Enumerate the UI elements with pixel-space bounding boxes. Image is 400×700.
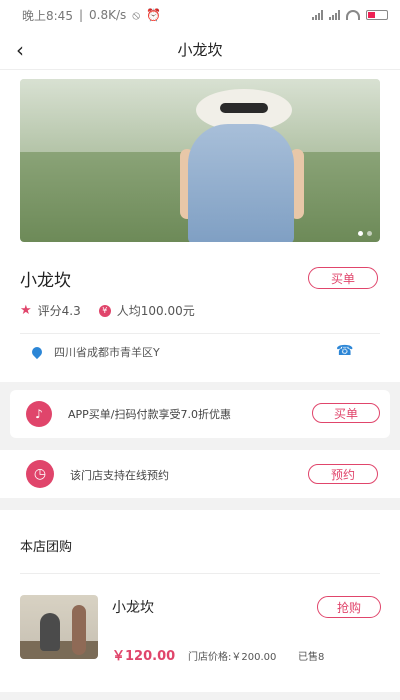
store-banner[interactable] bbox=[20, 79, 380, 242]
network-speed: 0.8K/s bbox=[89, 8, 127, 22]
coin-icon: ¥ bbox=[98, 304, 111, 317]
top-nav: ‹ 小龙坎 bbox=[0, 30, 400, 70]
divider bbox=[20, 573, 380, 574]
average-price-text: 人均100.00元 bbox=[116, 304, 195, 318]
star-icon: ★ bbox=[20, 303, 32, 318]
carousel-dot[interactable] bbox=[358, 231, 363, 236]
sold-count: 已售8 bbox=[298, 652, 325, 663]
deal-title: 小龙坎 bbox=[112, 600, 154, 616]
status-time: 晚上8:45 bbox=[22, 8, 73, 23]
reservation-text: 该门店支持在线预约 bbox=[70, 469, 169, 482]
page-title: 小龙坎 bbox=[177, 41, 223, 59]
phone-icon[interactable]: ☎ bbox=[336, 343, 353, 359]
promo-buy-button[interactable]: 买单 bbox=[312, 403, 380, 423]
deal-image-figure bbox=[40, 613, 60, 651]
battery-icon bbox=[366, 10, 388, 20]
status-bar: 晚上8:45 | 0.8K/s ⦸ ⏰ bbox=[0, 0, 400, 30]
promo-text: APP买单/扫码付款享受7.0折优惠 bbox=[68, 408, 231, 421]
status-left: 晚上8:45 | 0.8K/s ⦸ ⏰ bbox=[22, 7, 161, 24]
deal-thumbnail[interactable] bbox=[20, 595, 98, 659]
reservation-button[interactable]: 预约 bbox=[308, 464, 378, 484]
clock-icon: ◷ bbox=[26, 460, 54, 488]
buy-button[interactable]: 买单 bbox=[308, 267, 378, 289]
status-right bbox=[312, 10, 388, 20]
divider bbox=[20, 333, 380, 334]
location-icon bbox=[29, 344, 45, 360]
status-divider: | bbox=[78, 8, 83, 22]
double-bell-icon: ♪ bbox=[26, 401, 52, 427]
store-name: 小龙坎 bbox=[20, 271, 71, 291]
carousel-dots[interactable] bbox=[358, 231, 372, 236]
carousel-dot[interactable] bbox=[367, 231, 372, 236]
deal-price: ￥120.00 bbox=[112, 649, 176, 664]
banner-dress bbox=[188, 124, 294, 242]
deal-image-figure-2 bbox=[72, 605, 86, 655]
address-text: 四川省成都市青羊区Y bbox=[54, 346, 160, 359]
rating-text: 评分4.3 bbox=[37, 304, 81, 318]
back-icon[interactable]: ‹ bbox=[16, 38, 24, 62]
mute-icon: ⦸ bbox=[132, 7, 141, 22]
store-meta: ★ 评分4.3 ¥ 人均100.00元 bbox=[20, 302, 195, 319]
banner-hat-band bbox=[220, 103, 268, 113]
grab-button[interactable]: 抢购 bbox=[317, 596, 381, 618]
store-price: 门店价格:￥200.00 bbox=[188, 652, 277, 663]
store-address[interactable]: 四川省成都市青羊区Y bbox=[29, 344, 160, 360]
signal-icon-2 bbox=[329, 10, 340, 20]
alarm-icon: ⏰ bbox=[146, 8, 162, 22]
wifi-icon bbox=[346, 10, 360, 20]
signal-icon bbox=[312, 10, 323, 20]
group-buy-title: 本店团购 bbox=[20, 540, 73, 555]
